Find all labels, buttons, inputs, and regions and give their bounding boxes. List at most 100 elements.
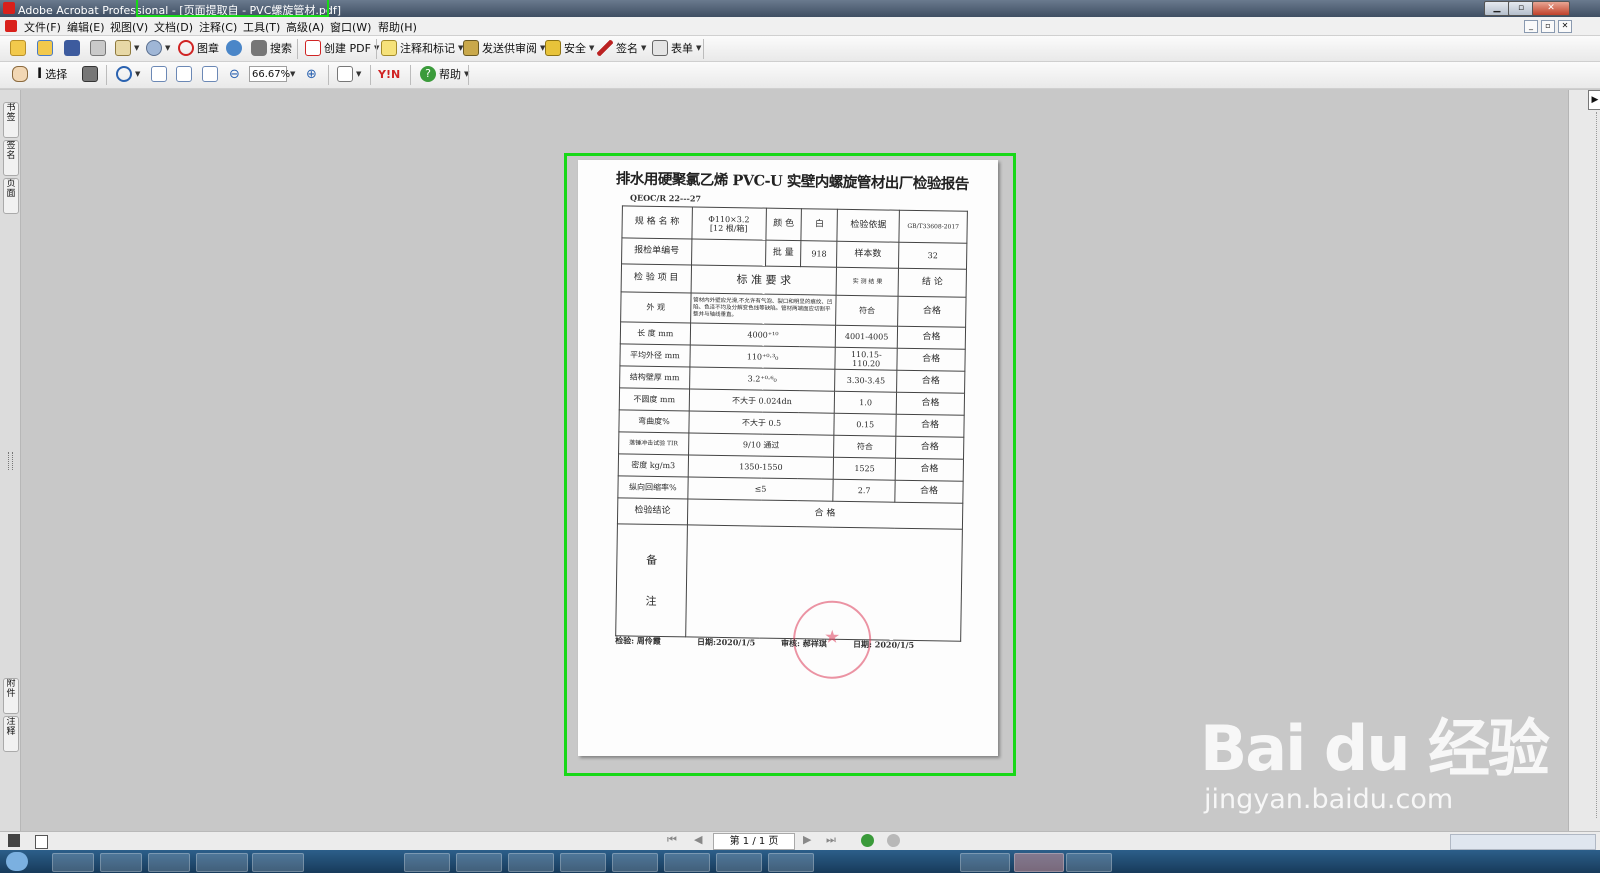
watermark-brand: Bai du 经验: [1200, 712, 1550, 785]
taskbar-app[interactable]: [100, 853, 142, 872]
page-layout-icon[interactable]: [8, 834, 20, 847]
youdao-button[interactable]: Y!N: [378, 64, 400, 84]
select-tool-button[interactable]: I 选择: [37, 64, 67, 84]
inspection-item: 纵向回缩率%: [617, 475, 688, 499]
menu-comments[interactable]: 注释(C): [199, 19, 237, 35]
start-button-icon[interactable]: [6, 852, 28, 871]
next-page-icon[interactable]: ▶: [803, 833, 811, 846]
scroll-track[interactable]: [1596, 112, 1600, 818]
zoom-level-field[interactable]: 66.67%: [249, 66, 290, 82]
doc-close-button[interactable]: ✕: [1558, 20, 1572, 33]
taskbar-app[interactable]: [716, 853, 762, 872]
attach-button[interactable]: ▼: [146, 38, 170, 58]
menu-file[interactable]: 文件(F): [24, 19, 61, 35]
organizer-button[interactable]: [37, 38, 53, 58]
zoom-level-select[interactable]: 66.67% ▼: [249, 64, 295, 84]
zoom-out-button[interactable]: ⊖: [229, 64, 240, 84]
go-back-icon[interactable]: [861, 834, 874, 847]
actual-size-button[interactable]: [151, 64, 167, 84]
create-pdf-label: 创建 PDF: [324, 42, 371, 55]
send-review-button[interactable]: 发送供审阅 ▼: [463, 38, 545, 58]
menu-document[interactable]: 文档(D): [154, 19, 193, 35]
menu-view[interactable]: 视图(V): [110, 19, 148, 35]
menu-edit[interactable]: 编辑(E): [67, 19, 105, 35]
panel-expand-arrow-icon[interactable]: ▶: [1588, 90, 1600, 110]
menu-help[interactable]: 帮助(H): [378, 19, 417, 35]
tab-pages[interactable]: 页面: [3, 178, 19, 214]
standard-requirement: 110⁺⁰·³₀: [689, 344, 836, 370]
panel-splitter-handle[interactable]: [8, 452, 13, 470]
tab-comments[interactable]: 注释: [3, 716, 19, 752]
hand-tool-button[interactable]: [12, 64, 28, 84]
open-button[interactable]: [10, 38, 26, 58]
conclusion: 合格: [896, 370, 965, 394]
taskbar-app[interactable]: [1066, 853, 1112, 872]
forms-label: 表单: [671, 42, 693, 55]
save-button[interactable]: [64, 38, 80, 58]
taskbar-app[interactable]: [52, 853, 94, 872]
menu-advanced[interactable]: 高级(A): [286, 19, 324, 35]
taskbar-app[interactable]: [960, 853, 1010, 872]
doc-restore-button[interactable]: ▫: [1541, 20, 1555, 33]
fit-width-button[interactable]: [202, 64, 218, 84]
minimize-button[interactable]: ▁: [1484, 1, 1510, 16]
taskbar-app[interactable]: [456, 853, 502, 872]
go-forward-icon[interactable]: [887, 834, 900, 847]
title-highlight-box: [136, 0, 329, 17]
page-number-field[interactable]: 第 1 / 1 页: [713, 833, 795, 850]
document-icon[interactable]: [5, 20, 17, 32]
close-button[interactable]: ✕: [1532, 1, 1570, 16]
taskbar-app[interactable]: [560, 853, 606, 872]
taskbar-app[interactable]: [664, 853, 710, 872]
tab-bookmarks[interactable]: 书签: [3, 102, 19, 138]
view-toolbar: I 选择 ▼ ⊖ 66.67% ▼ ⊕ ▼ Y!N ? 帮助 ▼: [0, 62, 1600, 89]
taskbar-app[interactable]: [196, 853, 248, 872]
standard-requirement: ≤5: [687, 476, 834, 502]
menu-tools[interactable]: 工具(T): [243, 19, 280, 35]
tab-attachments[interactable]: 附件: [3, 678, 19, 714]
comment-markup-button[interactable]: 注释和标记 ▼: [381, 38, 463, 58]
previous-page-icon[interactable]: ◀: [694, 833, 702, 846]
help-button[interactable]: ? 帮助 ▼: [420, 64, 469, 84]
last-page-icon[interactable]: ⏭: [826, 833, 836, 847]
document-page[interactable]: 排水用硬聚氯乙烯 PVC-U 实壁内螺旋管材出厂检验报告 QEOC/R 22--…: [578, 160, 998, 756]
ime-toolbar[interactable]: [1450, 834, 1596, 850]
dropdown-arrow-icon: ▼: [290, 70, 296, 78]
zoom-tool-button[interactable]: ▼: [116, 64, 140, 84]
stamp-tool-button[interactable]: 图章: [178, 38, 219, 58]
sign-button[interactable]: 签名 ▼: [597, 38, 646, 58]
page-size-icon[interactable]: [35, 835, 48, 849]
doc-minimize-button[interactable]: _: [1524, 20, 1538, 33]
maximize-button[interactable]: ▫: [1508, 1, 1534, 16]
snapshot-button[interactable]: [82, 64, 98, 84]
standard-header: 标 准 要 求: [690, 264, 837, 296]
menu-window[interactable]: 窗口(W): [330, 19, 371, 35]
web-button[interactable]: [226, 38, 242, 58]
measured-result: 1525: [833, 457, 896, 481]
forms-button[interactable]: 表单 ▼: [652, 38, 701, 58]
report-code: QEOC/R 22---27: [629, 192, 702, 204]
taskbar-app-active[interactable]: [1014, 853, 1064, 872]
zoom-in-button[interactable]: ⊕: [306, 64, 317, 84]
navigation-panel-tabs: 书签 签名 页面 附件 注释: [0, 90, 21, 831]
table-row: 备注: [615, 523, 963, 642]
create-pdf-button[interactable]: 创建 PDF▼: [305, 38, 379, 58]
rotate-view-button[interactable]: ▼: [337, 64, 361, 84]
measured-result: 110.15-110.20: [835, 347, 898, 371]
fit-page-button[interactable]: [176, 64, 192, 84]
taskbar-app[interactable]: [404, 853, 450, 872]
first-page-icon[interactable]: ⏮: [667, 833, 677, 847]
taskbar-app[interactable]: [148, 853, 190, 872]
taskbar-app[interactable]: [768, 853, 814, 872]
search-button[interactable]: 搜索: [251, 38, 292, 58]
inspection-item: 弯曲度%: [618, 409, 689, 433]
taskbar-app[interactable]: [252, 853, 304, 872]
tab-signatures[interactable]: 签名: [3, 140, 19, 176]
security-button[interactable]: 安全 ▼: [545, 38, 594, 58]
taskbar-app[interactable]: [612, 853, 658, 872]
print-button[interactable]: [90, 38, 106, 58]
email-button[interactable]: ▼: [115, 38, 139, 58]
vertical-scrollbar[interactable]: ▶: [1568, 90, 1600, 831]
inspection-item: 密度 kg/m3: [618, 453, 689, 477]
taskbar-app[interactable]: [508, 853, 554, 872]
